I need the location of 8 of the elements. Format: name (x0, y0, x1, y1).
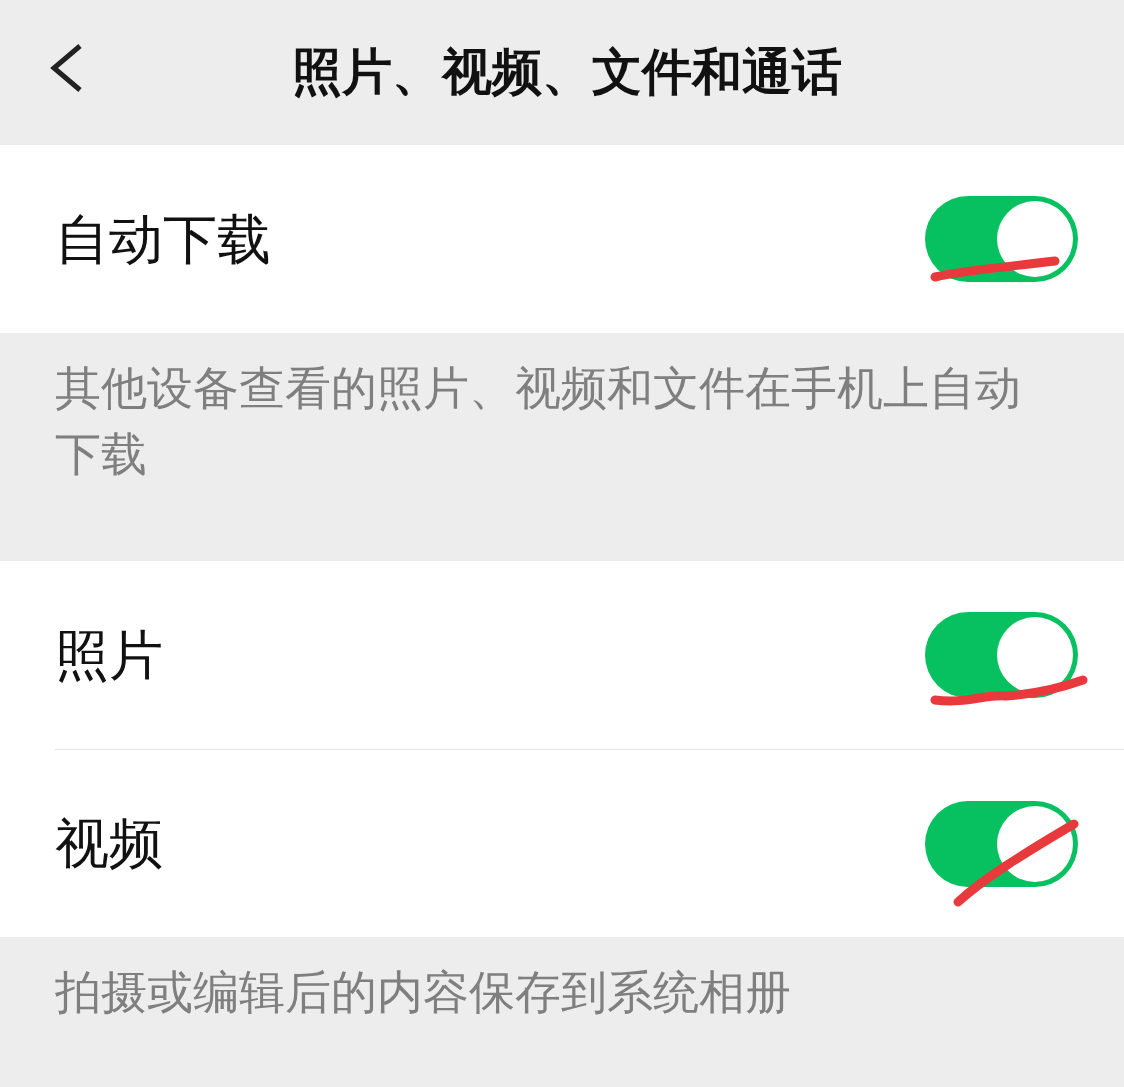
setting-label: 自动下载 (55, 206, 271, 273)
page-title: 照片、视频、文件和通话 (292, 42, 842, 103)
setting-description: 拍摄或编辑后的内容保存到系统相册 (55, 964, 792, 1021)
setting-description: 其他设备查看的照片、视频和文件在手机上自动下载 (55, 360, 1022, 483)
back-icon[interactable] (48, 42, 84, 94)
setting-label: 照片 (55, 622, 163, 689)
setting-label: 视频 (55, 811, 163, 877)
toggle-switch[interactable] (925, 612, 1078, 698)
